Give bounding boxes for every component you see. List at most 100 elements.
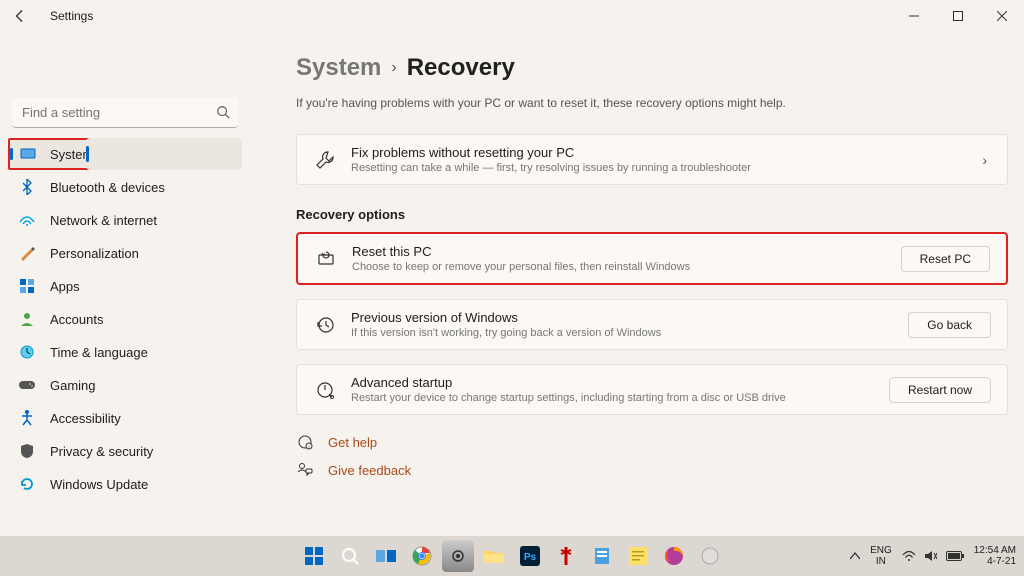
app-icon-1[interactable]	[550, 540, 582, 572]
help-icon: ?	[296, 433, 314, 451]
give-feedback-link[interactable]: Give feedback	[296, 461, 1008, 479]
clock[interactable]: 12:54 AM 4-7-21	[974, 545, 1016, 567]
time-icon	[18, 343, 36, 361]
close-button[interactable]	[980, 0, 1024, 32]
card-title: Fix problems without resetting your PC	[351, 145, 978, 160]
sidebar: System Bluetooth & devices Network & int…	[0, 32, 250, 536]
update-icon	[18, 475, 36, 493]
gaming-icon	[18, 376, 36, 394]
personalization-icon	[18, 244, 36, 262]
sidebar-item-label: Bluetooth & devices	[50, 180, 165, 195]
highlighted-card: Reset this PC Choose to keep or remove y…	[296, 232, 1008, 285]
previous-version-card: Previous version of Windows If this vers…	[296, 299, 1008, 350]
breadcrumb-parent[interactable]: System	[296, 54, 381, 82]
volume-icon	[924, 550, 938, 562]
system-tray[interactable]	[902, 550, 964, 562]
window-controls	[892, 0, 1024, 32]
system-icon	[20, 145, 36, 163]
card-texts: Reset this PC Choose to keep or remove y…	[352, 244, 901, 273]
task-view-icon[interactable]	[370, 540, 402, 572]
sidebar-item-personalization[interactable]: Personalization	[8, 237, 242, 269]
back-button[interactable]	[6, 2, 34, 30]
tray-chevron-icon[interactable]	[850, 552, 860, 560]
settings-taskbar-icon[interactable]	[442, 540, 474, 572]
card-desc: Restart your device to change startup se…	[351, 392, 889, 404]
svg-text:Ps: Ps	[524, 552, 537, 563]
window-title: Settings	[50, 9, 93, 23]
history-icon	[313, 313, 337, 337]
wifi-icon	[902, 551, 916, 562]
link-text: Give feedback	[328, 463, 411, 478]
chevron-right-icon: ›	[978, 152, 991, 168]
sidebar-item-label: Gaming	[50, 378, 96, 393]
breadcrumb-current: Recovery	[407, 54, 515, 82]
sidebar-item-time[interactable]: Time & language	[8, 336, 242, 368]
app-icon-2[interactable]	[586, 540, 618, 572]
chevron-right-icon: ›	[391, 59, 396, 77]
restart-now-button[interactable]: Restart now	[889, 377, 991, 403]
page-subtitle: If you're having problems with your PC o…	[296, 96, 1008, 110]
sidebar-item-accessibility[interactable]: Accessibility	[8, 402, 242, 434]
sidebar-item-label: Privacy & security	[50, 444, 153, 459]
sidebar-item-label: Apps	[50, 279, 80, 294]
search-input[interactable]	[12, 98, 238, 128]
minimize-button[interactable]	[892, 0, 936, 32]
reset-pc-card: Reset this PC Choose to keep or remove y…	[298, 234, 1006, 283]
section-title: Recovery options	[296, 207, 1008, 222]
card-title: Reset this PC	[352, 244, 901, 259]
go-back-button[interactable]: Go back	[908, 312, 991, 338]
card-texts: Previous version of Windows If this vers…	[351, 310, 908, 339]
card-title: Advanced startup	[351, 375, 889, 390]
search-taskbar-icon[interactable]	[334, 540, 366, 572]
sidebar-item-label: Time & language	[50, 345, 148, 360]
sidebar-item-apps[interactable]: Apps	[8, 270, 242, 302]
privacy-icon	[18, 442, 36, 460]
sidebar-item-accounts[interactable]: Accounts	[8, 303, 242, 335]
advanced-startup-card: Advanced startup Restart your device to …	[296, 364, 1008, 415]
apps-icon	[18, 277, 36, 295]
battery-icon	[946, 551, 964, 561]
card-texts: Advanced startup Restart your device to …	[351, 375, 889, 404]
explorer-icon[interactable]	[478, 540, 510, 572]
photoshop-icon[interactable]: Ps	[514, 540, 546, 572]
get-help-link[interactable]: ? Get help	[296, 433, 1008, 451]
maximize-button[interactable]	[936, 0, 980, 32]
sidebar-item-gaming[interactable]: Gaming	[8, 369, 242, 401]
startup-icon	[313, 378, 337, 402]
help-links: ? Get help Give feedback	[296, 433, 1008, 479]
reset-pc-button[interactable]: Reset PC	[901, 246, 990, 272]
wrench-icon	[313, 148, 337, 172]
firefox-icon[interactable]	[658, 540, 690, 572]
sidebar-item-privacy[interactable]: Privacy & security	[8, 435, 242, 467]
accounts-icon	[18, 310, 36, 328]
card-texts: Fix problems without resetting your PC R…	[351, 145, 978, 174]
breadcrumb: System › Recovery	[296, 54, 1008, 82]
start-button[interactable]	[298, 540, 330, 572]
notes-icon[interactable]	[622, 540, 654, 572]
sidebar-item-label: Windows Update	[50, 477, 148, 492]
sidebar-item-label: Network & internet	[50, 213, 157, 228]
reset-icon	[314, 247, 338, 271]
sidebar-item-system[interactable]: System	[8, 138, 90, 170]
sidebar-item-label: Personalization	[50, 246, 139, 261]
title-bar: Settings	[0, 0, 1024, 32]
chrome-icon[interactable]	[406, 540, 438, 572]
taskbar-center: Ps	[298, 540, 726, 572]
feedback-icon	[296, 461, 314, 479]
fix-problems-card[interactable]: Fix problems without resetting your PC R…	[296, 134, 1008, 185]
sidebar-item-system-ext[interactable]	[86, 138, 242, 170]
sidebar-item-update[interactable]: Windows Update	[8, 468, 242, 500]
network-icon	[18, 211, 36, 229]
taskbar: Ps ENG IN 12:54 AM 4-7-21	[0, 536, 1024, 576]
profile-area	[8, 32, 242, 94]
sidebar-item-label: Accounts	[50, 312, 103, 327]
app-icon-3[interactable]	[694, 540, 726, 572]
language-indicator[interactable]: ENG IN	[870, 545, 892, 567]
card-title: Previous version of Windows	[351, 310, 908, 325]
link-text: Get help	[328, 435, 377, 450]
taskbar-right: ENG IN 12:54 AM 4-7-21	[850, 545, 1016, 567]
sidebar-item-bluetooth[interactable]: Bluetooth & devices	[8, 171, 242, 203]
bluetooth-icon	[18, 178, 36, 196]
sidebar-item-network[interactable]: Network & internet	[8, 204, 242, 236]
accessibility-icon	[18, 409, 36, 427]
